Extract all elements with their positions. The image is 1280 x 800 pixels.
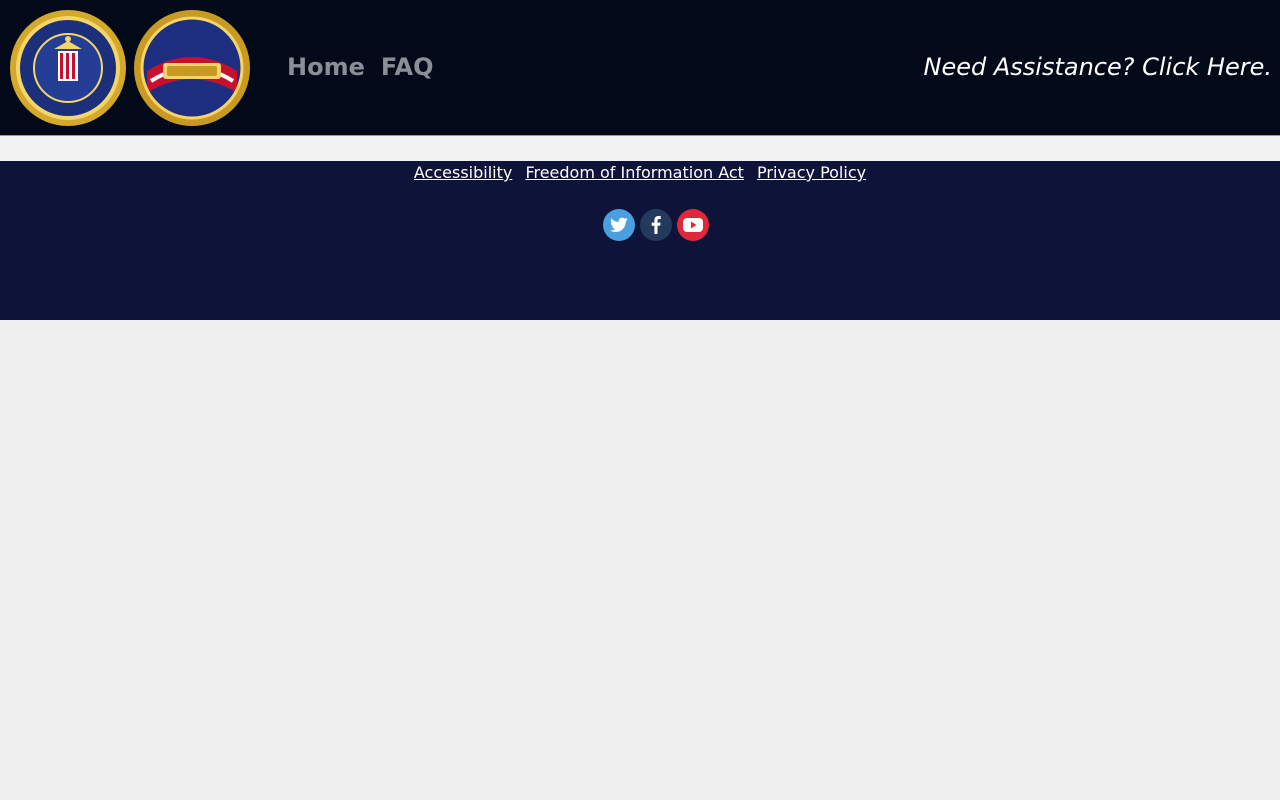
- content-spacer: [0, 136, 1280, 161]
- main-nav: Home FAQ: [287, 51, 433, 83]
- site-header: Home FAQ Need Assistance? Click Here.: [0, 0, 1280, 136]
- youtube-icon: [683, 218, 703, 232]
- accessibility-link[interactable]: Accessibility: [414, 163, 512, 182]
- facebook-icon: [651, 216, 661, 234]
- facebook-button[interactable]: [640, 209, 672, 241]
- twitter-button[interactable]: [603, 209, 635, 241]
- privacy-policy-link[interactable]: Privacy Policy: [757, 163, 866, 182]
- foia-link[interactable]: Freedom of Information Act: [525, 163, 744, 182]
- nav-home-link[interactable]: Home: [287, 51, 365, 83]
- site-footer: Accessibility Freedom of Information Act…: [0, 161, 1280, 320]
- footer-links: Accessibility Freedom of Information Act…: [0, 163, 1280, 183]
- social-links: [603, 209, 709, 241]
- youtube-button[interactable]: [677, 209, 709, 241]
- fbi-seal-logo[interactable]: [9, 9, 127, 127]
- cjis-seal-logo[interactable]: [133, 9, 251, 127]
- twitter-icon: [610, 217, 628, 233]
- nav-faq-link[interactable]: FAQ: [381, 51, 434, 83]
- need-assistance-link[interactable]: Need Assistance? Click Here.: [924, 51, 1273, 83]
